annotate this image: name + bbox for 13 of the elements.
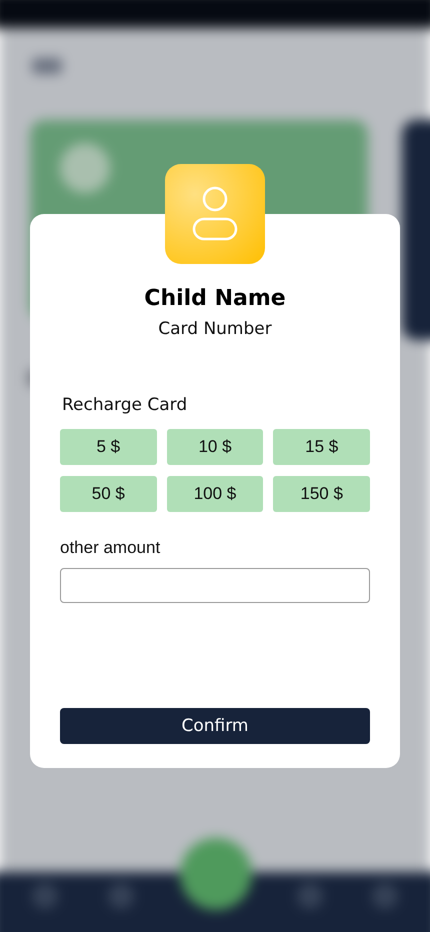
confirm-button[interactable]: Confirm	[60, 708, 370, 744]
card-number: Card Number	[158, 319, 272, 339]
other-amount-label: other amount	[60, 538, 162, 558]
amount-button[interactable]: 5 $	[60, 429, 157, 465]
amount-button[interactable]: 100 $	[166, 476, 264, 512]
amount-button[interactable]: 15 $	[273, 429, 370, 465]
amount-button[interactable]: 10 $	[166, 429, 264, 465]
amount-field[interactable]	[60, 568, 370, 603]
person-icon	[192, 186, 238, 242]
section-label: Recharge Card	[62, 395, 188, 415]
amount-button[interactable]: 50 $	[60, 476, 157, 512]
child-name: Child Name	[144, 286, 286, 311]
amount-button[interactable]: 150 $	[273, 476, 370, 512]
